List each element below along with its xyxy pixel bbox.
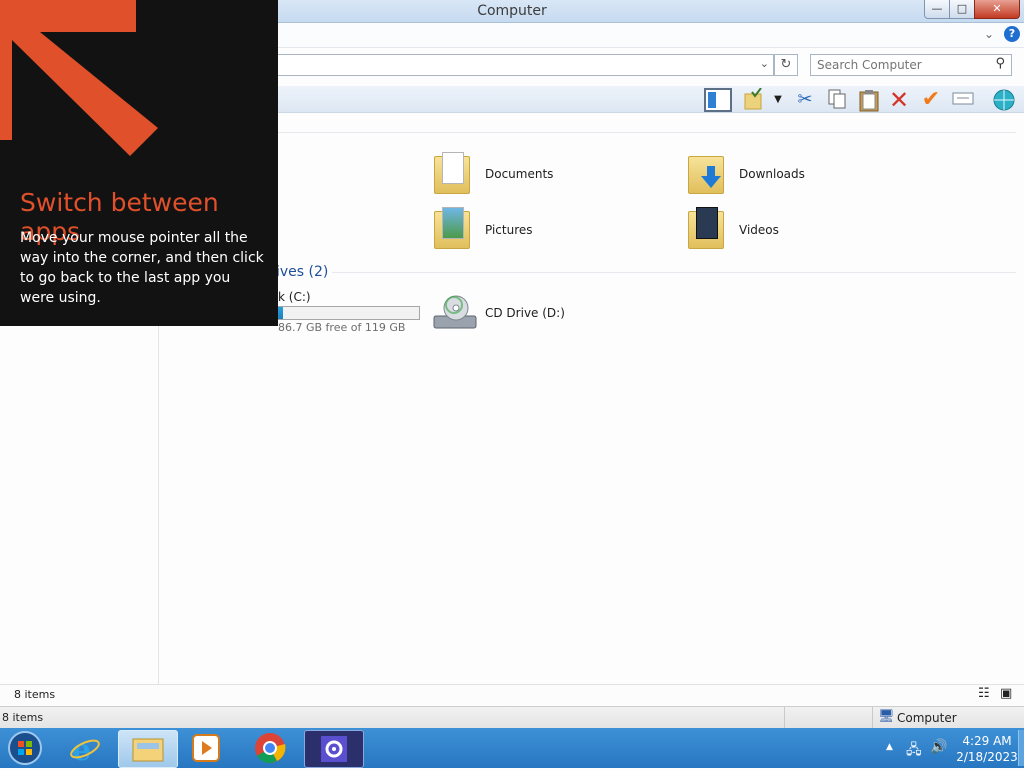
computer-icon: 🖥 [878,709,895,724]
folder-label-documents[interactable]: Documents [485,167,553,181]
status-bar: 8 items 🖥 Computer [0,706,1024,729]
start-orb-icon[interactable] [6,730,44,766]
refresh-button[interactable]: ↻ [774,54,798,76]
large-icons-view-icon[interactable]: ▣ [1000,686,1012,701]
folder-check-icon [744,87,762,110]
properties-folder-button[interactable] [742,87,768,112]
folder-label-pictures[interactable]: Pictures [485,223,533,237]
details-status-bar: 8 items ☷ ▣ [0,684,1024,705]
devices-group-label[interactable]: ives (2) [276,264,328,280]
rename-icon[interactable] [950,88,976,112]
address-dropdown-icon[interactable]: ⌄ [760,57,769,70]
videos-folder-icon[interactable] [688,207,724,249]
show-hidden-icons-icon[interactable]: ▲ [886,742,893,752]
search-input[interactable] [815,57,989,73]
taskbar-settings-button[interactable] [304,730,364,768]
preview-pane-button[interactable] [704,88,732,112]
settings-gear-icon [321,736,347,762]
downloads-folder-icon[interactable] [688,152,724,194]
close-button[interactable]: ✕ [974,0,1020,19]
help-button[interactable]: ? [1004,26,1020,42]
network-globe-icon[interactable] [990,88,1016,112]
folder-label-videos[interactable]: Videos [739,223,779,237]
items-count-top: 8 items [14,688,56,701]
switch-apps-tip-overlay: Switch between apps Move your mouse poin… [0,0,278,326]
taskbar-file-explorer-button[interactable] [118,730,178,768]
items-count-bottom: 8 items [2,711,44,724]
drive-label-d[interactable]: CD Drive (D:) [485,306,565,320]
file-explorer-icon [132,738,164,762]
devices-separator [332,272,1016,273]
drive-c-free-space: 86.7 GB free of 119 GB [278,321,406,334]
clock-time: 4:29 AM [962,734,1012,748]
network-status-icon[interactable]: 🖧 [906,739,922,763]
status-location: Computer [897,711,957,725]
internet-explorer-icon[interactable]: e [68,732,102,768]
system-clock[interactable]: 4:29 AM 2/18/2023 [954,733,1020,765]
tip-body: Move your mouse pointer all the way into… [20,230,264,306]
volume-icon[interactable]: 🔊 [930,739,947,755]
properties-dropdown-icon[interactable]: ▼ [770,88,786,112]
search-box[interactable]: ⚲ [810,54,1012,76]
chrome-icon[interactable] [254,732,286,764]
checkmark-icon[interactable]: ✔ [918,88,944,112]
preview-pane-icon [704,88,732,112]
search-icon[interactable]: ⚲ [995,56,1005,71]
details-view-icon[interactable]: ☷ [978,686,990,701]
maximize-button[interactable]: □ [949,0,975,19]
media-player-icon[interactable] [192,734,220,762]
paste-icon[interactable] [856,88,882,112]
delete-icon[interactable]: ✕ [886,88,912,112]
cd-drive-icon[interactable] [432,292,478,332]
minimize-button[interactable]: — [924,0,950,19]
folders-separator [276,132,1016,133]
address-bar[interactable]: ⌄ [276,54,774,76]
copy-icon[interactable] [824,88,850,112]
show-desktop-button[interactable] [1018,730,1024,766]
status-divider-2 [872,707,873,729]
expand-ribbon-chevron-icon[interactable]: ⌄ [984,27,994,41]
status-divider-1 [784,707,785,729]
drive-label-c[interactable]: k (C:) [278,290,311,304]
clock-date: 2/18/2023 [956,750,1018,764]
corner-arrow-icon [0,0,158,156]
folder-label-downloads[interactable]: Downloads [739,167,805,181]
documents-folder-icon[interactable] [434,152,470,194]
cut-icon[interactable]: ✂ [792,88,818,112]
pictures-folder-icon[interactable] [434,207,470,249]
